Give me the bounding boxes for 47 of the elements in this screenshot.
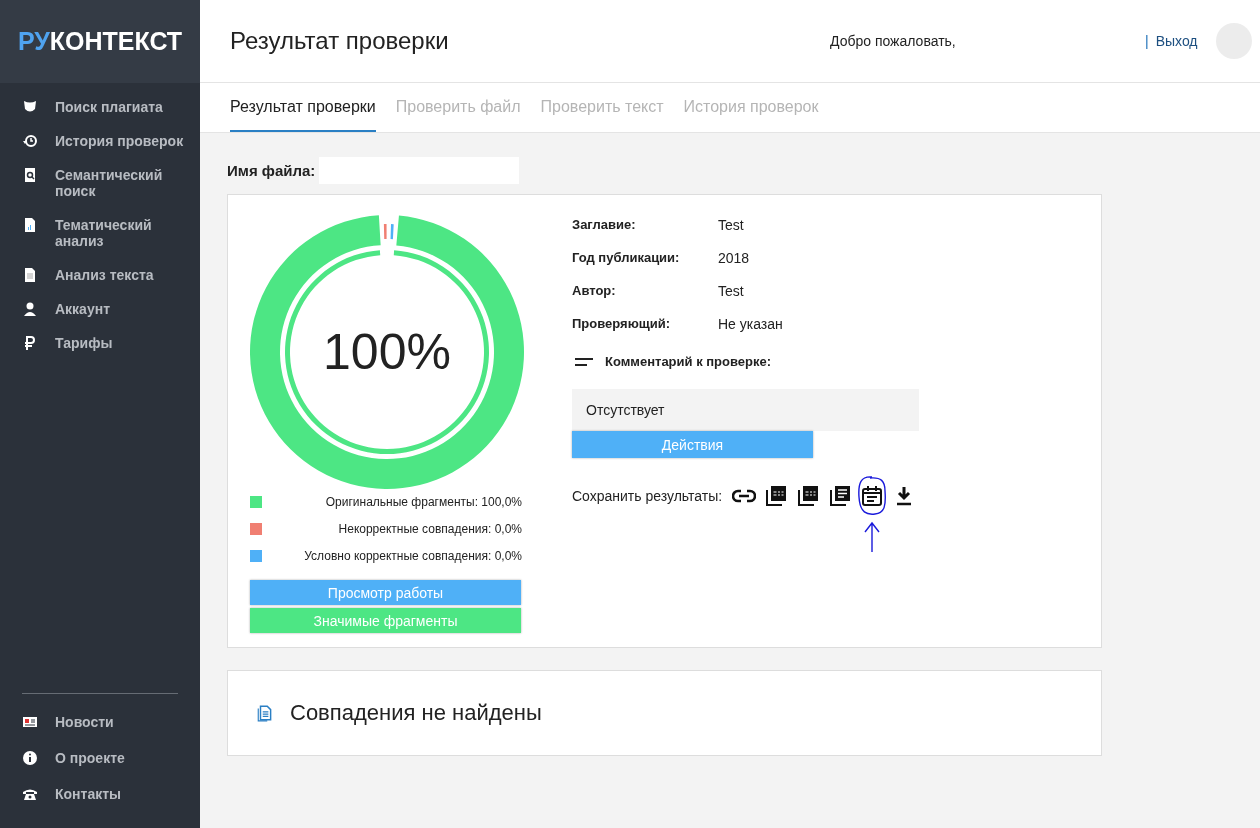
pdf-file-icon[interactable] xyxy=(796,484,821,508)
sidebar-item[interactable]: Анализ текста xyxy=(22,261,200,295)
ruble-icon xyxy=(22,335,38,351)
legend-label: Некорректные совпадения: 0,0% xyxy=(338,521,522,536)
percent-text: 100% xyxy=(322,323,452,381)
history-icon xyxy=(22,133,38,149)
sidebar-item[interactable]: Контакты xyxy=(22,784,200,820)
document-stack-icon[interactable] xyxy=(828,484,853,508)
chart-doc-icon xyxy=(22,217,38,233)
news-icon xyxy=(22,714,38,730)
pdf-file-icon[interactable] xyxy=(764,484,789,508)
sidebar-item[interactable]: Поиск плагиата xyxy=(22,93,200,127)
welcome-text: Добро пожаловать, xyxy=(830,33,957,49)
sidebar-item[interactable]: Новости xyxy=(22,712,200,748)
sidebar-item[interactable]: Аккаунт xyxy=(22,295,200,329)
user-icon xyxy=(22,301,38,317)
field-label: Заглавие: xyxy=(572,217,637,233)
notes-icon xyxy=(575,357,593,366)
legend-label: Оригинальные фрагменты: 100,0% xyxy=(325,494,522,509)
search-doc-icon xyxy=(22,167,38,183)
document-icon xyxy=(256,704,274,722)
field-label: Проверяющий: xyxy=(572,316,671,332)
calendar-icon[interactable] xyxy=(860,484,885,508)
comment-text: Отсутствует xyxy=(586,402,665,418)
field-value: Test xyxy=(718,283,745,299)
file-name-label: Имя файла: xyxy=(227,162,316,179)
field-label: Год публикации: xyxy=(572,250,681,266)
sidebar-item[interactable]: Тематический анализ xyxy=(22,211,200,261)
logo[interactable]: РУКОНТЕКСТ xyxy=(0,0,200,83)
field-value: Не указан xyxy=(718,316,784,332)
comment-title: Комментарий к проверке: xyxy=(605,354,772,369)
info-icon xyxy=(22,750,38,766)
field-label: Автор: xyxy=(572,283,617,299)
separator-text: | xyxy=(1145,33,1149,49)
legend-label: Условно корректные совпадения: 0,0% xyxy=(304,548,522,563)
doc-icon xyxy=(22,267,38,283)
sidebar-item[interactable]: О проекте xyxy=(22,748,200,784)
sidebar-item[interactable]: Тарифы xyxy=(22,329,200,363)
no-matches-text: Совпадения не найдены xyxy=(290,700,542,726)
sidebar-item[interactable]: История проверок xyxy=(22,127,200,161)
field-value: Test xyxy=(718,217,745,233)
field-value: 2018 xyxy=(718,250,751,266)
page-title: Результат проверки xyxy=(230,27,450,55)
logout-link[interactable]: Выход xyxy=(1155,33,1198,49)
sidebar-item[interactable]: Семантический поиск xyxy=(22,161,200,211)
save-label: Сохранить результаты: xyxy=(572,488,723,504)
tab[interactable]: Результат проверки xyxy=(230,83,376,132)
